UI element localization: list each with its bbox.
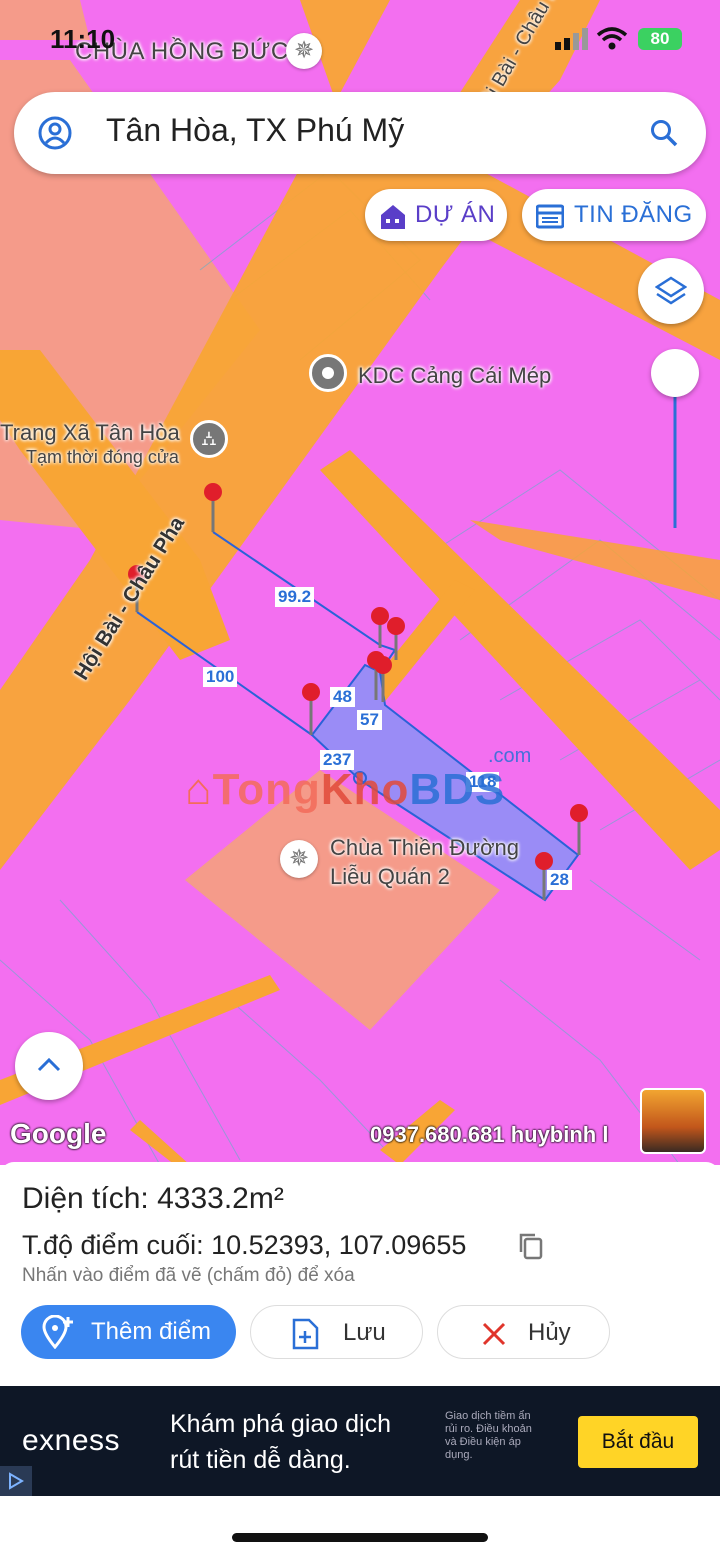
- cancel-button[interactable]: Hủy: [437, 1305, 610, 1359]
- search-icon[interactable]: [649, 118, 679, 148]
- add-location-icon: [42, 1315, 73, 1349]
- add-point-button[interactable]: Thêm điểm: [21, 1305, 236, 1359]
- ad-banner[interactable]: exness Khám phá giao dịch rút tiền dễ dà…: [0, 1386, 720, 1496]
- watermark-suffix: .com: [488, 745, 532, 767]
- area-value: 4333.2m²: [157, 1182, 284, 1215]
- pin-3[interactable]: [371, 607, 389, 648]
- ad-headline-1: Khám phá giao dịch: [170, 1410, 391, 1438]
- place-label-cemetery-status: Tạm thời đóng cửa: [26, 447, 179, 467]
- search-bar[interactable]: Tân Hòa, TX Phú Mỹ: [14, 92, 706, 174]
- signal-icon: [555, 28, 588, 50]
- search-input[interactable]: Tân Hòa, TX Phú Mỹ: [106, 112, 404, 149]
- building-icon: [381, 205, 405, 229]
- save-button[interactable]: Lưu: [250, 1305, 423, 1359]
- measure-panel: Diện tích: 4333.2m² T.độ điểm cuối: 10.5…: [0, 1162, 720, 1384]
- layers-button[interactable]: [638, 258, 704, 324]
- area-readout: Diện tích: 4333.2m²: [22, 1182, 284, 1216]
- pin-7[interactable]: [302, 683, 320, 735]
- ad-choices-icon[interactable]: [0, 1466, 32, 1496]
- cancel-label: Hủy: [528, 1319, 571, 1346]
- home-indicator[interactable]: [232, 1533, 488, 1542]
- watermark: ⌂TongKhoBDS: [185, 765, 506, 814]
- segment-label-4: 57: [357, 710, 382, 730]
- cemetery-icon[interactable]: ⛼: [190, 420, 228, 458]
- segment-label-3: 48: [330, 687, 355, 707]
- copy-icon[interactable]: [518, 1232, 544, 1260]
- project-chip-label: DỰ ÁN: [415, 201, 496, 228]
- coord-label: T.độ điểm cuối:: [22, 1230, 204, 1260]
- add-point-label: Thêm điểm: [91, 1318, 212, 1345]
- satellite-thumbnail-icon[interactable]: [640, 1088, 706, 1154]
- hint-text: Nhấn vào điểm đã vẽ (chấm đỏ) để xóa: [22, 1265, 355, 1286]
- expand-up-button[interactable]: [15, 1032, 83, 1100]
- listing-chip-button[interactable]: TIN ĐĂNG: [522, 189, 706, 241]
- google-logo: Google: [10, 1118, 107, 1149]
- layers-icon: [655, 276, 687, 305]
- status-time: 11:10: [50, 24, 116, 54]
- chevron-up-icon: [37, 1057, 61, 1072]
- place-label-kdc[interactable]: KDC Cảng Cái Mép: [358, 363, 551, 389]
- ad-disclaimer: Giao dịch tiềm ẩn rủi ro. Điều khoản và …: [445, 1410, 532, 1461]
- pin-8[interactable]: [570, 804, 588, 855]
- add-file-icon: [292, 1318, 319, 1350]
- save-label: Lưu: [343, 1319, 386, 1346]
- close-icon: [482, 1322, 506, 1346]
- temple-icon-2[interactable]: ✵: [280, 840, 318, 878]
- watermark-logo-icon: ⌂: [185, 765, 213, 814]
- map-attribution: 0937.680.681 huybinh l: [370, 1122, 609, 1147]
- segment-label-1: 99.2: [275, 587, 315, 607]
- battery-indicator: 80: [638, 28, 682, 50]
- coordinate-readout: T.độ điểm cuối: 10.52393, 107.09655: [22, 1230, 466, 1261]
- map-view[interactable]: 99.2 100 48 57 237 118 28 ⌂TongKhoBDS .c…: [0, 0, 720, 1165]
- wifi-icon: [596, 27, 628, 50]
- pin-4[interactable]: [387, 617, 405, 660]
- status-bar: 11:10 80: [0, 18, 720, 62]
- listing-chip-label: TIN ĐĂNG: [574, 201, 693, 228]
- ad-brand: exness: [22, 1424, 121, 1457]
- listing-icon: [536, 204, 564, 229]
- place-label-cemetery[interactable]: Trang Xã Tân Hòa: [0, 420, 180, 446]
- area-label: Diện tích:: [22, 1182, 149, 1215]
- account-icon[interactable]: [38, 116, 72, 150]
- pins-layer: [128, 483, 588, 900]
- place-label-temple-line1[interactable]: Chùa Thiền Đường: [330, 835, 519, 861]
- zoom-slider-handle[interactable]: [651, 349, 699, 397]
- pin-1[interactable]: [204, 483, 222, 532]
- ad-headline-2: rút tiền dễ dàng.: [170, 1446, 351, 1474]
- segment-label-2: 100: [203, 667, 238, 687]
- coord-value: 10.52393, 107.09655: [211, 1230, 467, 1260]
- ad-cta-button[interactable]: Bắt đầu: [578, 1416, 698, 1468]
- project-chip-button[interactable]: DỰ ÁN: [365, 189, 507, 241]
- location-pin-icon[interactable]: [309, 354, 347, 392]
- place-label-temple-line2[interactable]: Liễu Quán 2: [330, 864, 450, 890]
- segment-label-7: 28: [547, 870, 572, 890]
